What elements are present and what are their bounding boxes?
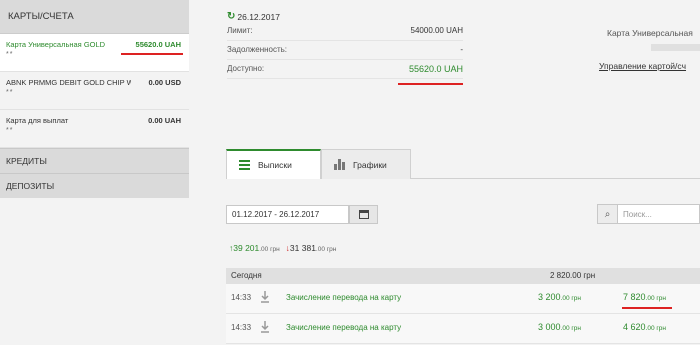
- limit-value: 54000.00 UAH: [410, 26, 463, 35]
- section-label: КРЕДИТЫ: [6, 156, 47, 166]
- card-title: Карта Универсальная: [607, 28, 693, 38]
- income-dec: .00 грн: [259, 246, 280, 253]
- tx-balance: 7 820.00 грн: [623, 292, 666, 302]
- highlight-underline: [121, 53, 183, 55]
- debt-label: Задолженность:: [227, 45, 288, 54]
- group-sum: 2 820.00 грн: [550, 271, 596, 280]
- sidebar-section-deposits[interactable]: ДЕПОЗИТЫ: [0, 173, 189, 198]
- search-placeholder: Поиск...: [623, 209, 652, 219]
- calendar-button[interactable]: [349, 205, 378, 224]
- bar-chart-icon: [334, 159, 345, 170]
- tx-amount-main: 3 000: [538, 322, 561, 332]
- account-mask: **: [6, 127, 14, 134]
- account-name: Карта Универсальная GOLD: [6, 40, 106, 49]
- calendar-icon: [358, 210, 369, 219]
- tx-amount-dec: .00 грн: [560, 295, 581, 302]
- debt-value: -: [460, 45, 463, 54]
- account-mask: **: [6, 89, 14, 96]
- list-icon: [239, 160, 250, 170]
- outgo-total: ↓31 381.00 грн: [286, 243, 337, 253]
- outgo-dec: .00 грн: [315, 246, 337, 253]
- highlight-underline: [398, 83, 463, 85]
- sidebar-header-label: КАРТЫ/СЧЕТА: [8, 11, 74, 22]
- tx-description[interactable]: Зачисление перевода на карту: [286, 323, 401, 332]
- search-icon[interactable]: ⌕: [598, 205, 618, 223]
- tx-description[interactable]: Зачисление перевода на карту: [286, 293, 401, 302]
- card-number-mask: [651, 44, 700, 51]
- available-row: Доступно: 55620.0 UAH: [227, 60, 463, 79]
- limit-label: Лимит:: [227, 26, 253, 35]
- search-field[interactable]: ⌕ Поиск...: [597, 204, 700, 224]
- period-totals: ↑39 201.00 грн ↓31 381.00 грн: [229, 243, 336, 253]
- tx-amount-dec: .00 грн: [560, 325, 581, 332]
- limit-row: Лимит: 54000.00 UAH: [227, 22, 463, 41]
- debt-row: Задолженность: -: [227, 41, 463, 60]
- manage-card-link[interactable]: Управление картой/сч: [599, 61, 686, 71]
- tx-amount-main: 3 200: [538, 292, 561, 302]
- date-range-input[interactable]: 01.12.2017 - 26.12.2017: [226, 205, 349, 224]
- balance-date: ↻ 26.12.2017: [227, 11, 280, 22]
- available-value: 55620.0 UAH: [408, 64, 463, 74]
- account-amount: 55620.0 UAH: [135, 40, 181, 49]
- sidebar: КАРТЫ/СЧЕТА Карта Универсальная GOLD 556…: [0, 0, 189, 345]
- account-item-usd[interactable]: ABNK PRMMG DEBIT GOLD CHIP W... 0.00 USD…: [0, 72, 189, 110]
- tab-label: Выписки: [258, 160, 292, 170]
- account-amount: 0.00 UAH: [148, 116, 181, 125]
- tx-balance: 4 620.00 грн: [623, 322, 666, 332]
- sidebar-header-accounts[interactable]: КАРТЫ/СЧЕТА: [0, 0, 189, 34]
- sidebar-section-credits[interactable]: КРЕДИТЫ: [0, 148, 189, 173]
- tx-balance-dec: .00 грн: [645, 325, 666, 332]
- income-total: ↑39 201.00 грн: [229, 243, 280, 253]
- transactions-group-header: Сегодня 2 820.00 грн: [226, 268, 700, 284]
- download-icon: [261, 321, 269, 333]
- download-icon: [261, 291, 269, 303]
- income-main: 39 201: [233, 243, 260, 253]
- tab-charts[interactable]: Графики: [321, 149, 411, 179]
- date-label: 26.12.2017: [237, 11, 280, 22]
- group-label: Сегодня: [231, 271, 262, 280]
- tab-label: Графики: [353, 159, 387, 170]
- account-amount: 0.00 USD: [148, 78, 181, 87]
- refresh-icon[interactable]: ↻: [227, 11, 235, 22]
- highlight-underline: [622, 307, 672, 309]
- tab-statements[interactable]: Выписки: [226, 149, 321, 179]
- transaction-row[interactable]: 14:33 Зачисление перевода на карту 3 000…: [226, 314, 700, 344]
- tx-balance-dec: .00 грн: [645, 295, 666, 302]
- outgo-main: 31 381: [289, 243, 316, 253]
- account-item-gold[interactable]: Карта Универсальная GOLD 55620.0 UAH **: [0, 34, 189, 72]
- tx-amount: 3 000.00 грн: [538, 322, 581, 332]
- account-item-payout[interactable]: Карта для выплат 0.00 UAH **: [0, 110, 189, 148]
- tx-balance-main: 4 620: [623, 322, 646, 332]
- account-name: ABNK PRMMG DEBIT GOLD CHIP W...: [6, 78, 131, 87]
- main-content: ↻ 26.12.2017 Лимит: 54000.00 UAH Задолже…: [189, 0, 700, 345]
- tx-amount: 3 200.00 грн: [538, 292, 581, 302]
- tx-balance-main: 7 820: [623, 292, 646, 302]
- section-label: ДЕПОЗИТЫ: [6, 181, 55, 191]
- account-name: Карта для выплат: [6, 116, 69, 125]
- tx-time: 14:33: [231, 323, 252, 332]
- tx-time: 14:33: [231, 293, 252, 302]
- available-label: Доступно:: [227, 64, 265, 73]
- transaction-row[interactable]: 14:33 Зачисление перевода на карту 3 200…: [226, 284, 700, 314]
